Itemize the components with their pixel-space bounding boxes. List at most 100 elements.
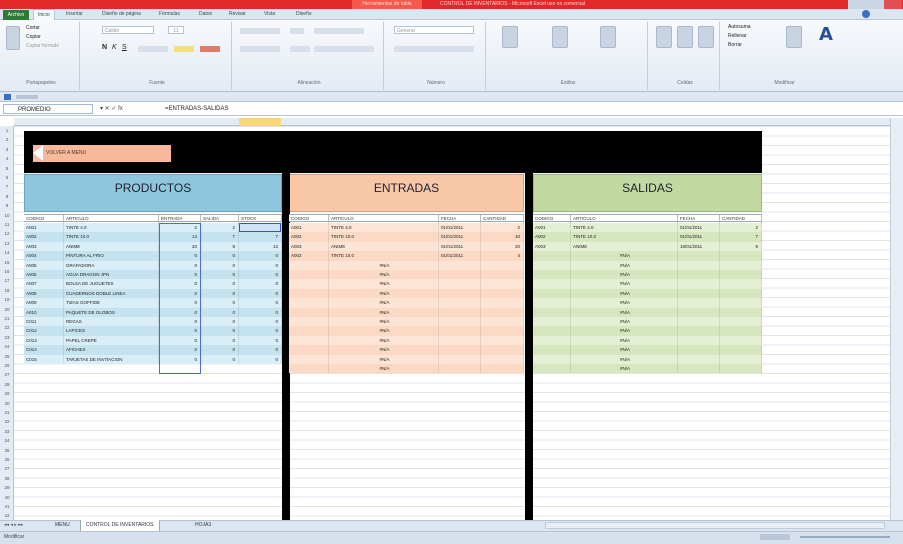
table-cell[interactable]: #N/A [571,288,678,299]
table-cell[interactable]: 7 [239,232,282,242]
tab-design[interactable]: Diseño [292,9,316,20]
table-cell[interactable] [533,288,571,299]
table-cell[interactable] [533,335,571,346]
tab-data[interactable]: Datos [195,9,216,20]
table-cell[interactable] [678,270,720,280]
table-cell[interactable] [533,307,571,317]
row-number[interactable]: 19 [0,295,14,304]
row-number[interactable]: 7 [0,182,14,191]
table-cell[interactable]: TINTE 10.0 [329,251,439,261]
table-cell[interactable] [481,335,524,346]
table-cell[interactable]: 0 [201,345,239,355]
row-number[interactable]: 14 [0,248,14,257]
table-cell[interactable] [678,298,720,308]
insert-cells-icon[interactable] [656,26,672,48]
row-number[interactable]: 23 [0,333,14,342]
tab-file[interactable]: Archivo [3,10,29,20]
table-cell[interactable] [678,335,720,346]
table-cell[interactable] [439,288,481,299]
table-cell[interactable]: C012 [24,326,64,336]
sheet-nav-arrows[interactable]: ◂◂ ◂ ▸ ▸▸ [4,522,44,529]
table-cell[interactable]: 2 [481,223,524,233]
row-number[interactable]: 8 [0,192,14,201]
row-number[interactable]: 39 [0,483,14,492]
maximize-button[interactable] [866,0,884,9]
row-number[interactable]: 36 [0,455,14,464]
table-cell[interactable]: 01/01/2011 [439,232,481,242]
table-cell[interactable]: 0 [201,307,239,317]
table-cell[interactable] [533,251,571,261]
table-cell[interactable]: 0 [201,317,239,327]
table-cell[interactable] [678,345,720,355]
horizontal-align-icons[interactable] [240,46,280,52]
table-cell[interactable] [720,345,762,355]
col-salida[interactable]: SALIDA [201,215,239,223]
sort-filter-icon[interactable] [786,26,802,48]
row-number[interactable]: 32 [0,417,14,426]
table-cell[interactable]: ANIME [571,241,678,252]
table-cell[interactable] [720,270,762,280]
table-cell[interactable]: #N/A [571,364,678,374]
table-cell[interactable]: ANIME [329,241,439,252]
orientation-icon[interactable] [290,28,304,34]
table-cell[interactable] [678,279,720,289]
autosum-button[interactable]: Autosuma [728,24,751,30]
table-cell[interactable]: TINTE 4.0 [571,223,678,233]
table-cell[interactable] [533,260,571,270]
fill-color-icon[interactable] [174,46,194,52]
row-number[interactable]: 25 [0,352,14,361]
table-cell[interactable] [678,326,720,336]
delete-cells-icon[interactable] [677,26,693,48]
font-name-select[interactable]: Calibri [102,26,154,34]
conditional-format-icon[interactable] [502,26,518,48]
table-cell[interactable]: 2 [720,223,762,233]
row-number[interactable]: 10 [0,211,14,220]
table-cell[interactable]: LAPICES [64,326,159,336]
table-cell[interactable]: C015 [24,354,64,364]
table-cell[interactable]: A001 [533,223,571,233]
row-number[interactable]: 28 [0,380,14,389]
table-cell[interactable] [439,354,481,364]
table-cell[interactable]: A003 [533,241,571,252]
table-cell[interactable]: A002 [289,251,329,261]
table-cell[interactable]: 0 [201,270,239,280]
table-cell[interactable]: 2 [201,223,239,233]
table-cell[interactable] [289,279,329,289]
col-codigo[interactable]: CODIGO [533,215,571,223]
horizontal-scrollbar[interactable] [545,522,885,529]
table-cell[interactable]: 0 [239,307,282,317]
table-cell[interactable] [720,326,762,336]
table-cell[interactable] [481,288,524,299]
table-cell[interactable] [439,298,481,308]
tab-page-layout[interactable]: Diseño de página [98,9,145,20]
table-cell[interactable]: #N/A [329,298,439,308]
table-cell[interactable]: 01/01/2011 [439,241,481,252]
format-cells-icon[interactable] [698,26,714,48]
col-fecha[interactable]: FECHA [678,215,720,223]
table-cell[interactable]: 7 [720,232,762,242]
format-as-table-icon[interactable] [552,26,568,48]
col-articulo[interactable]: ARTICULO [64,215,159,223]
table-cell[interactable] [481,298,524,308]
col-articulo[interactable]: ARTICULO [329,215,439,223]
table-cell[interactable] [439,270,481,280]
table-cell[interactable]: #N/A [329,326,439,336]
row-number[interactable]: 4 [0,154,14,163]
selected-column-header[interactable] [239,118,281,126]
table-cell[interactable]: TINTE 4.0 [329,223,439,233]
table-cell[interactable]: 0 [239,354,282,364]
table-cell[interactable]: 18/01/2011 [678,241,720,252]
table-cell[interactable]: 0 [201,279,239,289]
table-cell[interactable] [289,317,329,327]
sheet-tab-control[interactable]: CONTROL DE INVENTARIOS [80,520,160,531]
row-number[interactable]: 9 [0,201,14,210]
col-fecha[interactable]: FECHA [439,215,481,223]
table-cell[interactable]: #N/A [329,317,439,327]
table-cell[interactable]: 0 [239,270,282,280]
table-cell[interactable]: #N/A [329,270,439,280]
table-cell[interactable]: 0 [201,260,239,270]
table-cell[interactable] [533,298,571,308]
table-cell[interactable] [481,270,524,280]
table-cell[interactable] [678,317,720,327]
italic-icon[interactable]: K [112,44,117,51]
